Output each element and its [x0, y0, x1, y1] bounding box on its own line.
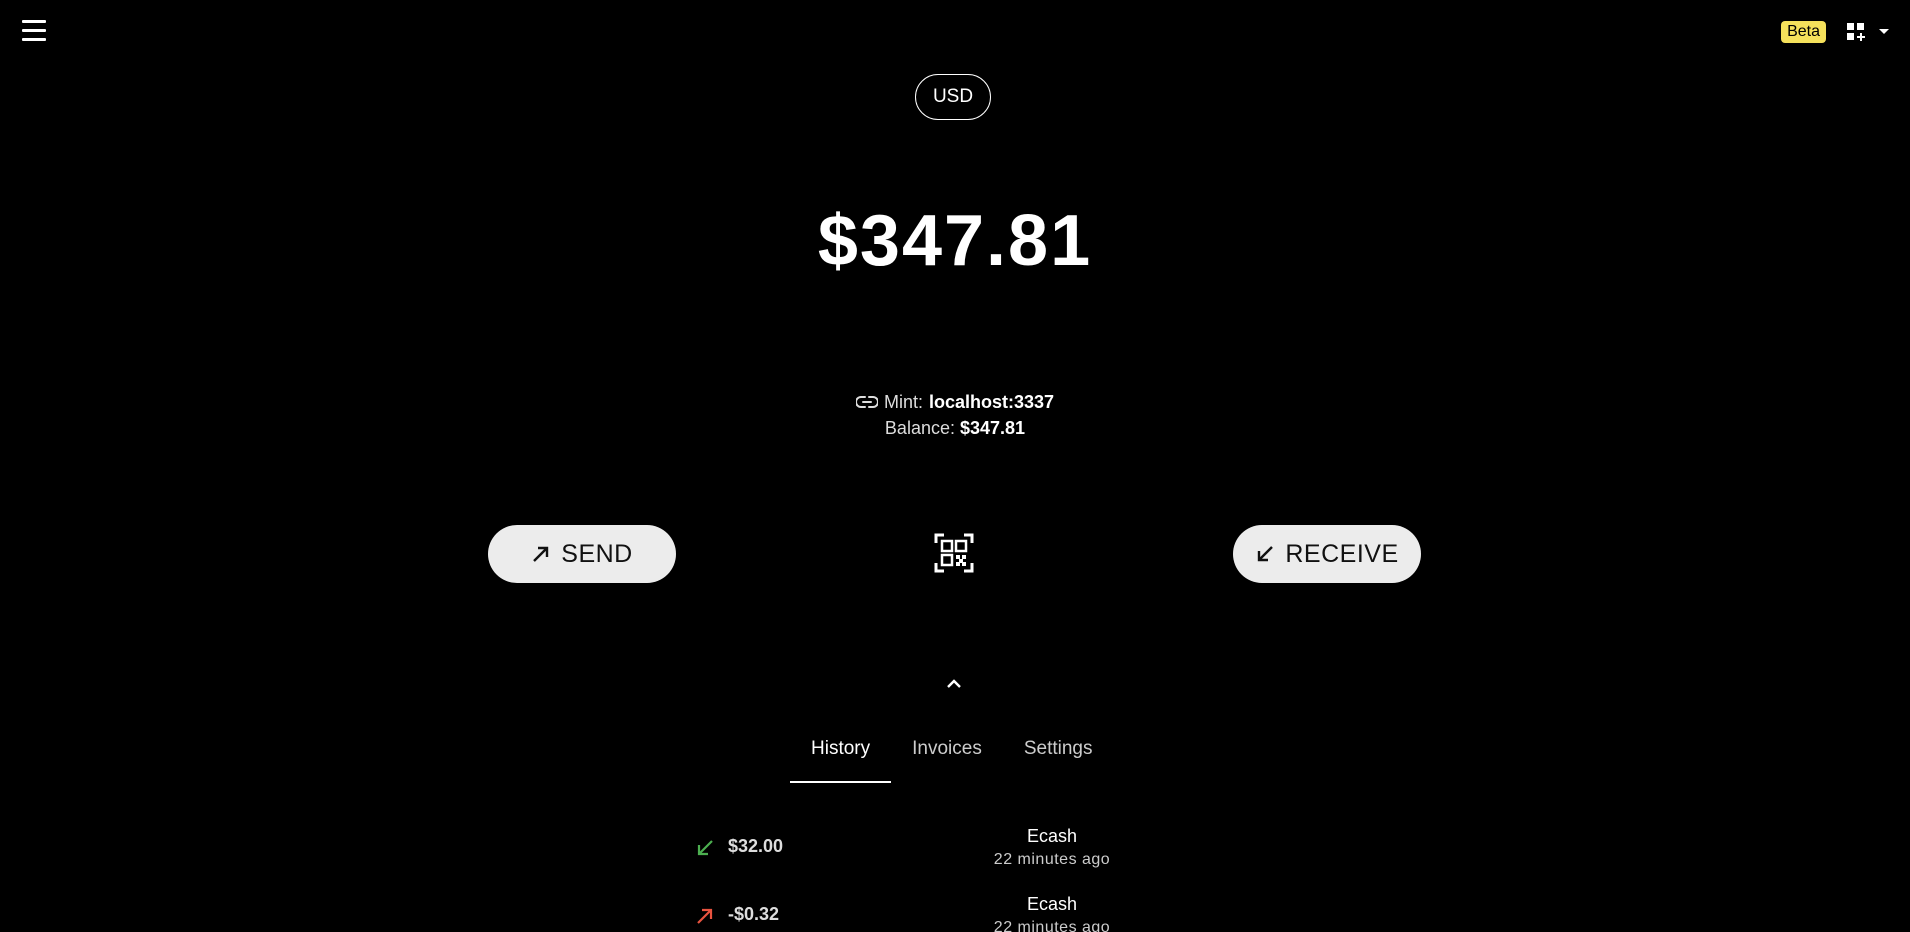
history-amount: -$0.32	[728, 904, 780, 924]
tab-settings[interactable]: Settings	[1003, 730, 1114, 783]
history-row[interactable]: -$0.32 Ecash 22 minutes ago	[0, 894, 1910, 932]
tab-invoices[interactable]: Invoices	[891, 730, 1003, 783]
history-type: Ecash	[1026, 826, 1078, 846]
history-time: 22 minutes ago	[993, 919, 1111, 932]
mint-label: Mint:	[883, 391, 923, 412]
chevron-up-icon	[947, 679, 961, 688]
send-label: SEND	[561, 539, 633, 568]
mint-row: Mint: localhost:3337	[0, 390, 1910, 414]
history-amount: $32.00	[728, 836, 784, 856]
history-row[interactable]: $32.00 Ecash 22 minutes ago	[0, 826, 1910, 889]
mint-balance-value: $347.81	[960, 418, 1026, 438]
mint-url: localhost:3337	[928, 391, 1055, 412]
total-balance: $347.81	[817, 201, 1093, 281]
expand-chevron-button[interactable]	[944, 674, 964, 694]
dropdown-arrow-icon	[1879, 29, 1889, 34]
apps-grid-icon	[1847, 23, 1865, 41]
incoming-arrow-icon	[697, 840, 713, 856]
history-time: 22 minutes ago	[993, 851, 1111, 868]
top-right-toolbar: Beta	[1781, 21, 1890, 43]
currency-selector-button[interactable]: USD	[915, 74, 991, 120]
receive-label: RECEIVE	[1285, 539, 1399, 568]
send-button[interactable]: SEND	[488, 525, 676, 583]
history-type: Ecash	[1026, 894, 1078, 914]
tab-bar: History Invoices Settings	[790, 730, 1113, 783]
link-icon	[855, 396, 878, 408]
receive-button[interactable]: RECEIVE	[1233, 525, 1421, 583]
qr-scan-icon	[934, 533, 974, 573]
arrow-up-right-icon	[533, 546, 549, 562]
arrow-down-left-icon	[1258, 546, 1274, 562]
hamburger-menu-icon[interactable]	[20, 20, 48, 46]
mint-balance-row: Balance: $347.81	[0, 418, 1910, 442]
wallet-page: Beta USD $347.81 Mint: localhost:3337 Ba…	[0, 0, 1910, 932]
beta-badge: Beta	[1781, 21, 1826, 43]
apps-menu-button[interactable]	[1846, 22, 1890, 42]
qr-scan-button[interactable]	[934, 533, 974, 573]
tab-history[interactable]: History	[790, 730, 892, 783]
mint-info: Mint: localhost:3337 Balance: $347.81	[0, 390, 1910, 442]
outgoing-arrow-icon	[697, 908, 713, 924]
mint-balance-label: Balance:	[884, 418, 955, 438]
